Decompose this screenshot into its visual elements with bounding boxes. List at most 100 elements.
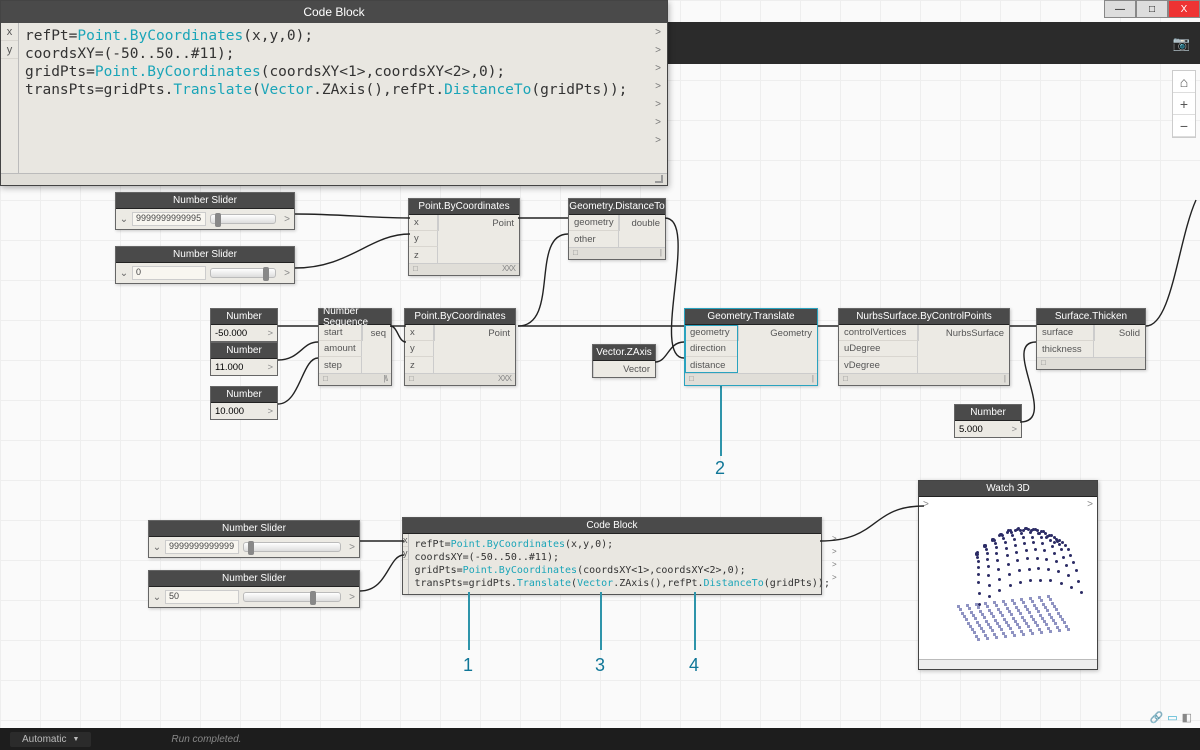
chevron-down-icon[interactable]: ⌄ [116, 214, 132, 225]
port-udegree[interactable]: uDegree [839, 341, 918, 357]
port-z[interactable]: z [405, 357, 434, 373]
port-ctrlverts[interactable]: controlVertices [839, 325, 918, 341]
output-chevron[interactable]: > [345, 592, 359, 603]
node-point-bycoord-2[interactable]: Point.ByCoordinates x y z Point □XXX [404, 308, 516, 386]
port-geometry-out[interactable]: Geometry [738, 325, 817, 341]
slider-value[interactable]: 50 [165, 590, 239, 604]
slider-4[interactable]: Number Slider ⌄ 50 > [148, 570, 360, 608]
node-title: Number [955, 405, 1021, 421]
code-block-input-ports: x y [1, 23, 19, 173]
port-direction[interactable]: direction [685, 341, 738, 357]
code-text[interactable]: refPt=Point.ByCoordinates(x,y,0);coordsX… [409, 534, 832, 594]
port-thickness[interactable]: thickness [1037, 341, 1094, 357]
chevron-down-icon[interactable]: ⌄ [116, 268, 132, 279]
zoom-in[interactable]: + [1173, 93, 1195, 115]
code-text[interactable]: refPt=Point.ByCoordinates(x,y,0);coordsX… [19, 23, 649, 173]
number-value[interactable]: 11.000 [215, 362, 243, 373]
port-seq[interactable]: seq [362, 325, 391, 341]
slider-track[interactable] [243, 592, 341, 602]
node-title: Number [211, 387, 277, 403]
port-point[interactable]: Point [438, 215, 519, 231]
watch3d-node[interactable]: Watch 3D > > [918, 480, 1098, 670]
slider-track[interactable] [210, 268, 276, 278]
code-input-x[interactable]: x [403, 534, 408, 547]
node-title: Point.ByCoordinates [409, 199, 519, 215]
slider-value[interactable]: 0 [132, 266, 206, 280]
chevron-down-icon[interactable]: ⌄ [149, 542, 165, 553]
port-amount[interactable]: amount [319, 341, 362, 357]
port-x[interactable]: x [409, 215, 438, 231]
node-vector-zaxis[interactable]: Vector.ZAxis Vector [592, 344, 656, 378]
code-input-y[interactable]: y [1, 41, 18, 59]
output-chevron[interactable]: > [280, 268, 294, 279]
port-geometry[interactable]: geometry [569, 215, 619, 231]
icon-3d[interactable]: ◧ [1182, 711, 1192, 724]
output-chevron[interactable]: > [345, 542, 359, 553]
port-start[interactable]: start [319, 325, 362, 341]
port-vdegree[interactable]: vDegree [839, 357, 918, 373]
port-y[interactable]: y [405, 341, 434, 357]
code-block-title: Code Block [1, 1, 667, 23]
camera-icon[interactable]: 📷 [1173, 35, 1190, 52]
node-geometry-translate[interactable]: Geometry.Translate geometry direction di… [684, 308, 818, 386]
number-value[interactable]: 10.000 [215, 406, 244, 417]
run-mode-dropdown[interactable]: Automatic▼ [10, 732, 91, 747]
zoom-controls: ⌂ + − [1172, 70, 1196, 138]
number-node-4[interactable]: Number 5.000> [954, 404, 1022, 438]
number-value[interactable]: 5.000 [959, 424, 983, 435]
node-surface-thicken[interactable]: Surface.Thicken surface thickness Solid … [1036, 308, 1146, 370]
zoom-out[interactable]: − [1173, 115, 1195, 137]
slider-track[interactable] [243, 542, 341, 552]
code-output-chevrons: >>>>>>> [649, 23, 667, 173]
port-geometry[interactable]: geometry [685, 325, 738, 341]
icon-graph[interactable]: ▭ [1167, 711, 1177, 724]
node-distance-to[interactable]: Geometry.DistanceTo geometry other doubl… [568, 198, 666, 260]
port-step[interactable]: step [319, 357, 362, 373]
maximize-button[interactable]: □ [1136, 0, 1168, 18]
port-nurbs-out[interactable]: NurbsSurface [918, 325, 1009, 341]
number-value[interactable]: -50.000 [215, 328, 247, 339]
node-point-bycoord-1[interactable]: Point.ByCoordinates x y z Point □XXX [408, 198, 520, 276]
node-title: Point.ByCoordinates [405, 309, 515, 325]
zoom-home[interactable]: ⌂ [1173, 71, 1195, 93]
icon-linked[interactable]: 🔗 [1149, 711, 1163, 724]
node-title: Number [211, 309, 277, 325]
number-node-1[interactable]: Number -50.000> [210, 308, 278, 342]
view-mode-icons[interactable]: 🔗 ▭ ◧ [1149, 711, 1192, 724]
port-vector[interactable]: Vector [593, 361, 655, 377]
status-bar: Automatic▼ Run completed. [0, 728, 1200, 750]
port-point[interactable]: Point [434, 325, 515, 341]
node-nurbs-surface[interactable]: NurbsSurface.ByControlPoints controlVert… [838, 308, 1010, 386]
code-input-y[interactable]: y [403, 547, 408, 560]
port-other[interactable]: other [569, 231, 619, 247]
port-distance[interactable]: distance [685, 357, 738, 373]
code-block-small[interactable]: Code Block x y refPt=Point.ByCoordinates… [402, 517, 822, 595]
slider-value[interactable]: 9999999999999 [165, 540, 239, 554]
number-node-3[interactable]: Number 10.000> [210, 386, 278, 420]
mini-anno-1: 1 [463, 655, 473, 676]
code-block-large[interactable]: Code Block x y refPt=Point.ByCoordinates… [0, 0, 668, 186]
port-z[interactable]: z [409, 247, 438, 263]
slider-title: Number Slider [116, 247, 294, 263]
port-x[interactable]: x [405, 325, 434, 341]
slider-1[interactable]: Number Slider ⌄ 9999999999995 > [115, 192, 295, 230]
node-number-sequence[interactable]: Number Sequence start amount step seq □|… [318, 308, 392, 386]
number-node-2[interactable]: Number 11.000> [210, 342, 278, 376]
code-input-x[interactable]: x [1, 23, 18, 41]
mini-anno-3: 3 [595, 655, 605, 676]
port-surface[interactable]: surface [1037, 325, 1094, 341]
output-chevron[interactable]: > [280, 214, 294, 225]
node-title: Number [211, 343, 277, 359]
node-title: Watch 3D [919, 481, 1097, 497]
close-button[interactable]: X [1168, 0, 1200, 18]
port-solid[interactable]: Solid [1094, 325, 1145, 341]
slider-2[interactable]: Number Slider ⌄ 0 > [115, 246, 295, 284]
slider-3[interactable]: Number Slider ⌄ 9999999999999 > [148, 520, 360, 558]
port-double[interactable]: double [619, 215, 665, 231]
window-controls: — □ X [1104, 0, 1200, 18]
chevron-down-icon[interactable]: ⌄ [149, 592, 165, 603]
slider-value[interactable]: 9999999999995 [132, 212, 206, 226]
slider-track[interactable] [210, 214, 276, 224]
port-y[interactable]: y [409, 231, 438, 247]
minimize-button[interactable]: — [1104, 0, 1136, 18]
